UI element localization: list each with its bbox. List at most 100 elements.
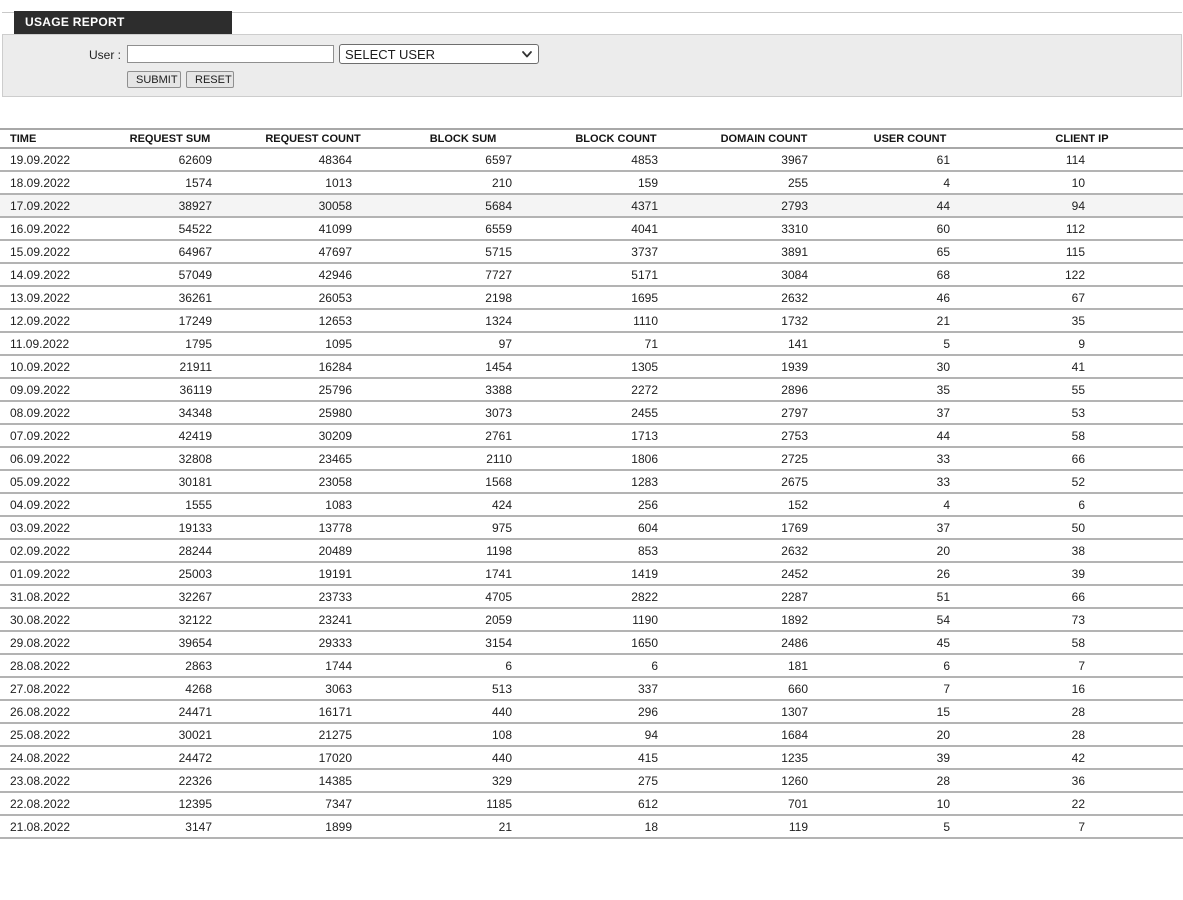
cell-time: 12.09.2022 [0, 309, 97, 333]
table-row: 04.09.2022 1555 1083 424 256 152 4 6 [0, 493, 1183, 517]
cell-value: 7347 [243, 792, 383, 816]
table-row: 05.09.2022 30181 23058 1568 1283 2675 33 52 [0, 470, 1183, 494]
filter-panel: User : SELECT USER SUBMIT RESET [2, 34, 1182, 97]
cell-value: 1899 [243, 815, 383, 839]
cell-value: 9 [981, 332, 1183, 356]
cell-value: 71 [543, 332, 689, 356]
cell-value: 53 [981, 401, 1183, 425]
cell-value: 54 [839, 608, 981, 632]
cell-time: 18.09.2022 [0, 171, 97, 195]
cell-value: 42 [981, 746, 1183, 770]
cell-value: 5715 [383, 240, 543, 264]
cell-value: 337 [543, 677, 689, 701]
cell-value: 20 [839, 723, 981, 747]
cell-value: 440 [383, 700, 543, 724]
cell-time: 22.08.2022 [0, 792, 97, 816]
reset-button[interactable]: RESET [186, 71, 234, 88]
cell-time: 04.09.2022 [0, 493, 97, 517]
table-row: 06.09.2022 32808 23465 2110 1806 2725 33 66 [0, 447, 1183, 471]
cell-value: 975 [383, 516, 543, 540]
table-row: 01.09.2022 25003 19191 1741 1419 2452 26 39 [0, 562, 1183, 586]
table-row: 27.08.2022 4268 3063 513 337 660 7 16 [0, 677, 1183, 701]
cell-value: 30021 [97, 723, 243, 747]
cell-value: 114 [981, 148, 1183, 172]
column-header-request-count: REQUEST COUNT [243, 128, 383, 149]
cell-value: 32808 [97, 447, 243, 471]
cell-value: 22 [981, 792, 1183, 816]
cell-time: 28.08.2022 [0, 654, 97, 678]
cell-value: 23733 [243, 585, 383, 609]
cell-value: 29333 [243, 631, 383, 655]
cell-value: 7 [981, 815, 1183, 839]
cell-time: 01.09.2022 [0, 562, 97, 586]
cell-value: 28 [839, 769, 981, 793]
cell-value: 52 [981, 470, 1183, 494]
user-field-label: User : [88, 48, 121, 62]
cell-value: 329 [383, 769, 543, 793]
cell-value: 35 [839, 378, 981, 402]
cell-value: 4 [839, 171, 981, 195]
cell-value: 2198 [383, 286, 543, 310]
cell-value: 21911 [97, 355, 243, 379]
cell-value: 14385 [243, 769, 383, 793]
cell-value: 36119 [97, 378, 243, 402]
cell-value: 2675 [689, 470, 839, 494]
cell-value: 25003 [97, 562, 243, 586]
cell-value: 6597 [383, 148, 543, 172]
cell-value: 1083 [243, 493, 383, 517]
cell-value: 1695 [543, 286, 689, 310]
cell-value: 424 [383, 493, 543, 517]
cell-value: 122 [981, 263, 1183, 287]
cell-value: 1650 [543, 631, 689, 655]
column-header-block-sum: BLOCK SUM [383, 128, 543, 149]
cell-value: 36261 [97, 286, 243, 310]
cell-time: 31.08.2022 [0, 585, 97, 609]
cell-time: 30.08.2022 [0, 608, 97, 632]
table-row: 21.08.2022 3147 1899 21 18 119 5 7 [0, 815, 1183, 839]
table-row: 29.08.2022 39654 29333 3154 1650 2486 45 58 [0, 631, 1183, 655]
cell-value: 2059 [383, 608, 543, 632]
cell-value: 48364 [243, 148, 383, 172]
table-row: 12.09.2022 17249 12653 1324 1110 1732 21 35 [0, 309, 1183, 333]
cell-value: 36 [981, 769, 1183, 793]
usage-table: TIME REQUEST SUM REQUEST COUNT BLOCK SUM BLO… [0, 128, 1183, 839]
cell-value: 39 [981, 562, 1183, 586]
cell-value: 1713 [543, 424, 689, 448]
cell-value: 6 [543, 654, 689, 678]
cell-time: 19.09.2022 [0, 148, 97, 172]
cell-value: 1684 [689, 723, 839, 747]
user-select[interactable]: SELECT USER [339, 44, 539, 64]
cell-value: 3388 [383, 378, 543, 402]
cell-value: 1454 [383, 355, 543, 379]
cell-value: 20489 [243, 539, 383, 563]
cell-value: 58 [981, 424, 1183, 448]
cell-value: 17020 [243, 746, 383, 770]
submit-button[interactable]: SUBMIT [127, 71, 181, 88]
cell-value: 255 [689, 171, 839, 195]
table-row: 26.08.2022 24471 16171 440 296 1307 15 28 [0, 700, 1183, 724]
cell-value: 5171 [543, 263, 689, 287]
cell-value: 19133 [97, 516, 243, 540]
cell-value: 1190 [543, 608, 689, 632]
cell-value: 33 [839, 447, 981, 471]
cell-value: 50 [981, 516, 1183, 540]
cell-value: 42419 [97, 424, 243, 448]
cell-time: 17.09.2022 [0, 194, 97, 218]
cell-value: 2452 [689, 562, 839, 586]
user-input[interactable] [127, 45, 334, 63]
cell-value: 23241 [243, 608, 383, 632]
cell-value: 1307 [689, 700, 839, 724]
cell-value: 1732 [689, 309, 839, 333]
cell-value: 660 [689, 677, 839, 701]
cell-value: 22326 [97, 769, 243, 793]
cell-value: 2793 [689, 194, 839, 218]
cell-value: 24471 [97, 700, 243, 724]
cell-value: 2725 [689, 447, 839, 471]
cell-time: 26.08.2022 [0, 700, 97, 724]
table-row: 13.09.2022 36261 26053 2198 1695 2632 46 67 [0, 286, 1183, 310]
cell-value: 2455 [543, 401, 689, 425]
cell-value: 141 [689, 332, 839, 356]
cell-value: 34348 [97, 401, 243, 425]
cell-time: 14.09.2022 [0, 263, 97, 287]
cell-value: 47697 [243, 240, 383, 264]
